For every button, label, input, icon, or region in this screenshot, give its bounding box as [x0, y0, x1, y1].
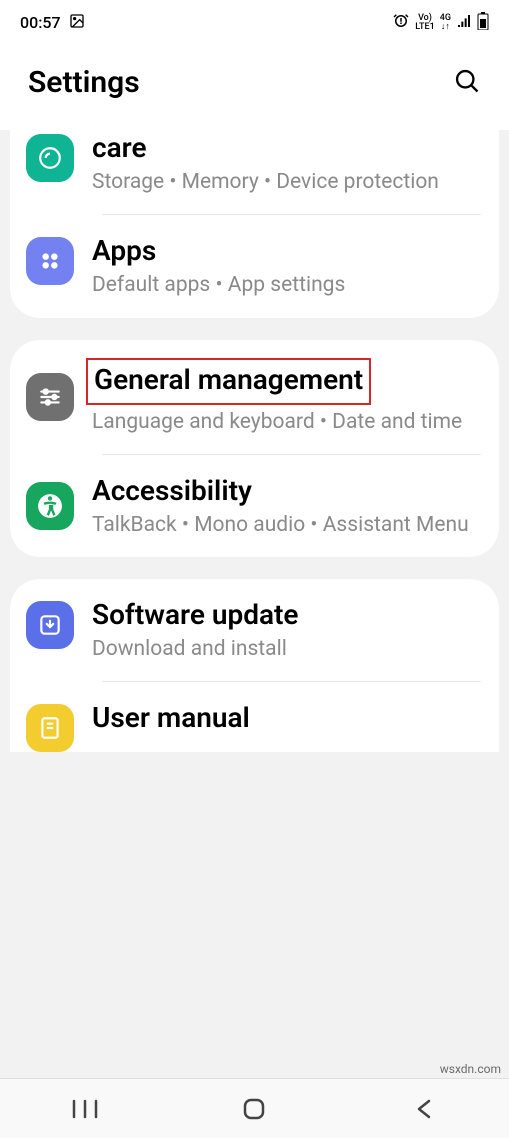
home-button[interactable]	[194, 1097, 314, 1121]
clock: 00:57	[20, 13, 61, 32]
alarm-icon	[392, 12, 410, 34]
settings-item-general[interactable]: General management Language and keyboard…	[10, 340, 499, 454]
settings-group: Software update Download and install Use…	[10, 579, 499, 752]
item-subtitle: Storage • Memory • Device protection	[92, 169, 479, 196]
search-icon	[453, 67, 481, 95]
highlight-box: General management	[86, 358, 371, 405]
item-content: General management Language and keyboard…	[92, 358, 479, 436]
care-icon	[26, 134, 74, 182]
status-left: 00:57	[20, 13, 85, 33]
image-indicator-icon	[69, 13, 85, 33]
settings-item-accessibility[interactable]: Accessibility TalkBack • Mono audio • As…	[10, 455, 499, 557]
battery-icon	[477, 12, 489, 34]
general-management-icon	[26, 373, 74, 421]
settings-item-software[interactable]: Software update Download and install	[10, 579, 499, 681]
item-title: General management	[92, 358, 479, 405]
item-subtitle: Download and install	[92, 636, 479, 663]
home-icon	[242, 1097, 266, 1121]
recents-button[interactable]	[25, 1099, 145, 1119]
status-bar: 00:57 Vo) LTE1 4G ↓↑	[0, 0, 509, 45]
item-subtitle: Default apps • App settings	[92, 272, 479, 299]
page-title: Settings	[28, 65, 140, 100]
navigation-bar	[0, 1078, 509, 1138]
item-content: Accessibility TalkBack • Mono audio • As…	[92, 473, 479, 539]
item-title: Software update	[92, 597, 479, 632]
signal-icon	[456, 13, 472, 33]
item-title: Accessibility	[92, 473, 479, 508]
item-title: User manual	[92, 700, 479, 735]
item-content: User manual	[92, 700, 479, 739]
recents-icon	[72, 1099, 98, 1119]
network-icon: 4G ↓↑	[440, 14, 451, 32]
settings-item-care[interactable]: care Storage • Memory • Device protectio…	[10, 130, 499, 214]
item-content: Apps Default apps • App settings	[92, 233, 479, 299]
item-subtitle: TalkBack • Mono audio • Assistant Menu	[92, 512, 479, 539]
settings-group: care Storage • Memory • Device protectio…	[10, 130, 499, 318]
volte-icon: Vo) LTE1	[415, 14, 434, 32]
settings-item-apps[interactable]: Apps Default apps • App settings	[10, 215, 499, 317]
user-manual-icon	[26, 704, 74, 752]
back-icon	[414, 1097, 434, 1121]
item-content: care Storage • Memory • Device protectio…	[92, 130, 479, 196]
status-right: Vo) LTE1 4G ↓↑	[392, 12, 489, 34]
settings-item-manual[interactable]: User manual	[10, 682, 499, 752]
search-button[interactable]	[453, 67, 481, 99]
item-title: care	[92, 130, 479, 165]
item-content: Software update Download and install	[92, 597, 479, 663]
accessibility-icon	[26, 482, 74, 530]
apps-icon	[26, 237, 74, 285]
header: Settings	[0, 45, 509, 130]
item-title: Apps	[92, 233, 479, 268]
software-update-icon	[26, 601, 74, 649]
settings-group: General management Language and keyboard…	[10, 340, 499, 558]
item-subtitle: Language and keyboard • Date and time	[92, 409, 479, 436]
back-button[interactable]	[364, 1097, 484, 1121]
watermark: wsxdn.com	[440, 1062, 501, 1076]
